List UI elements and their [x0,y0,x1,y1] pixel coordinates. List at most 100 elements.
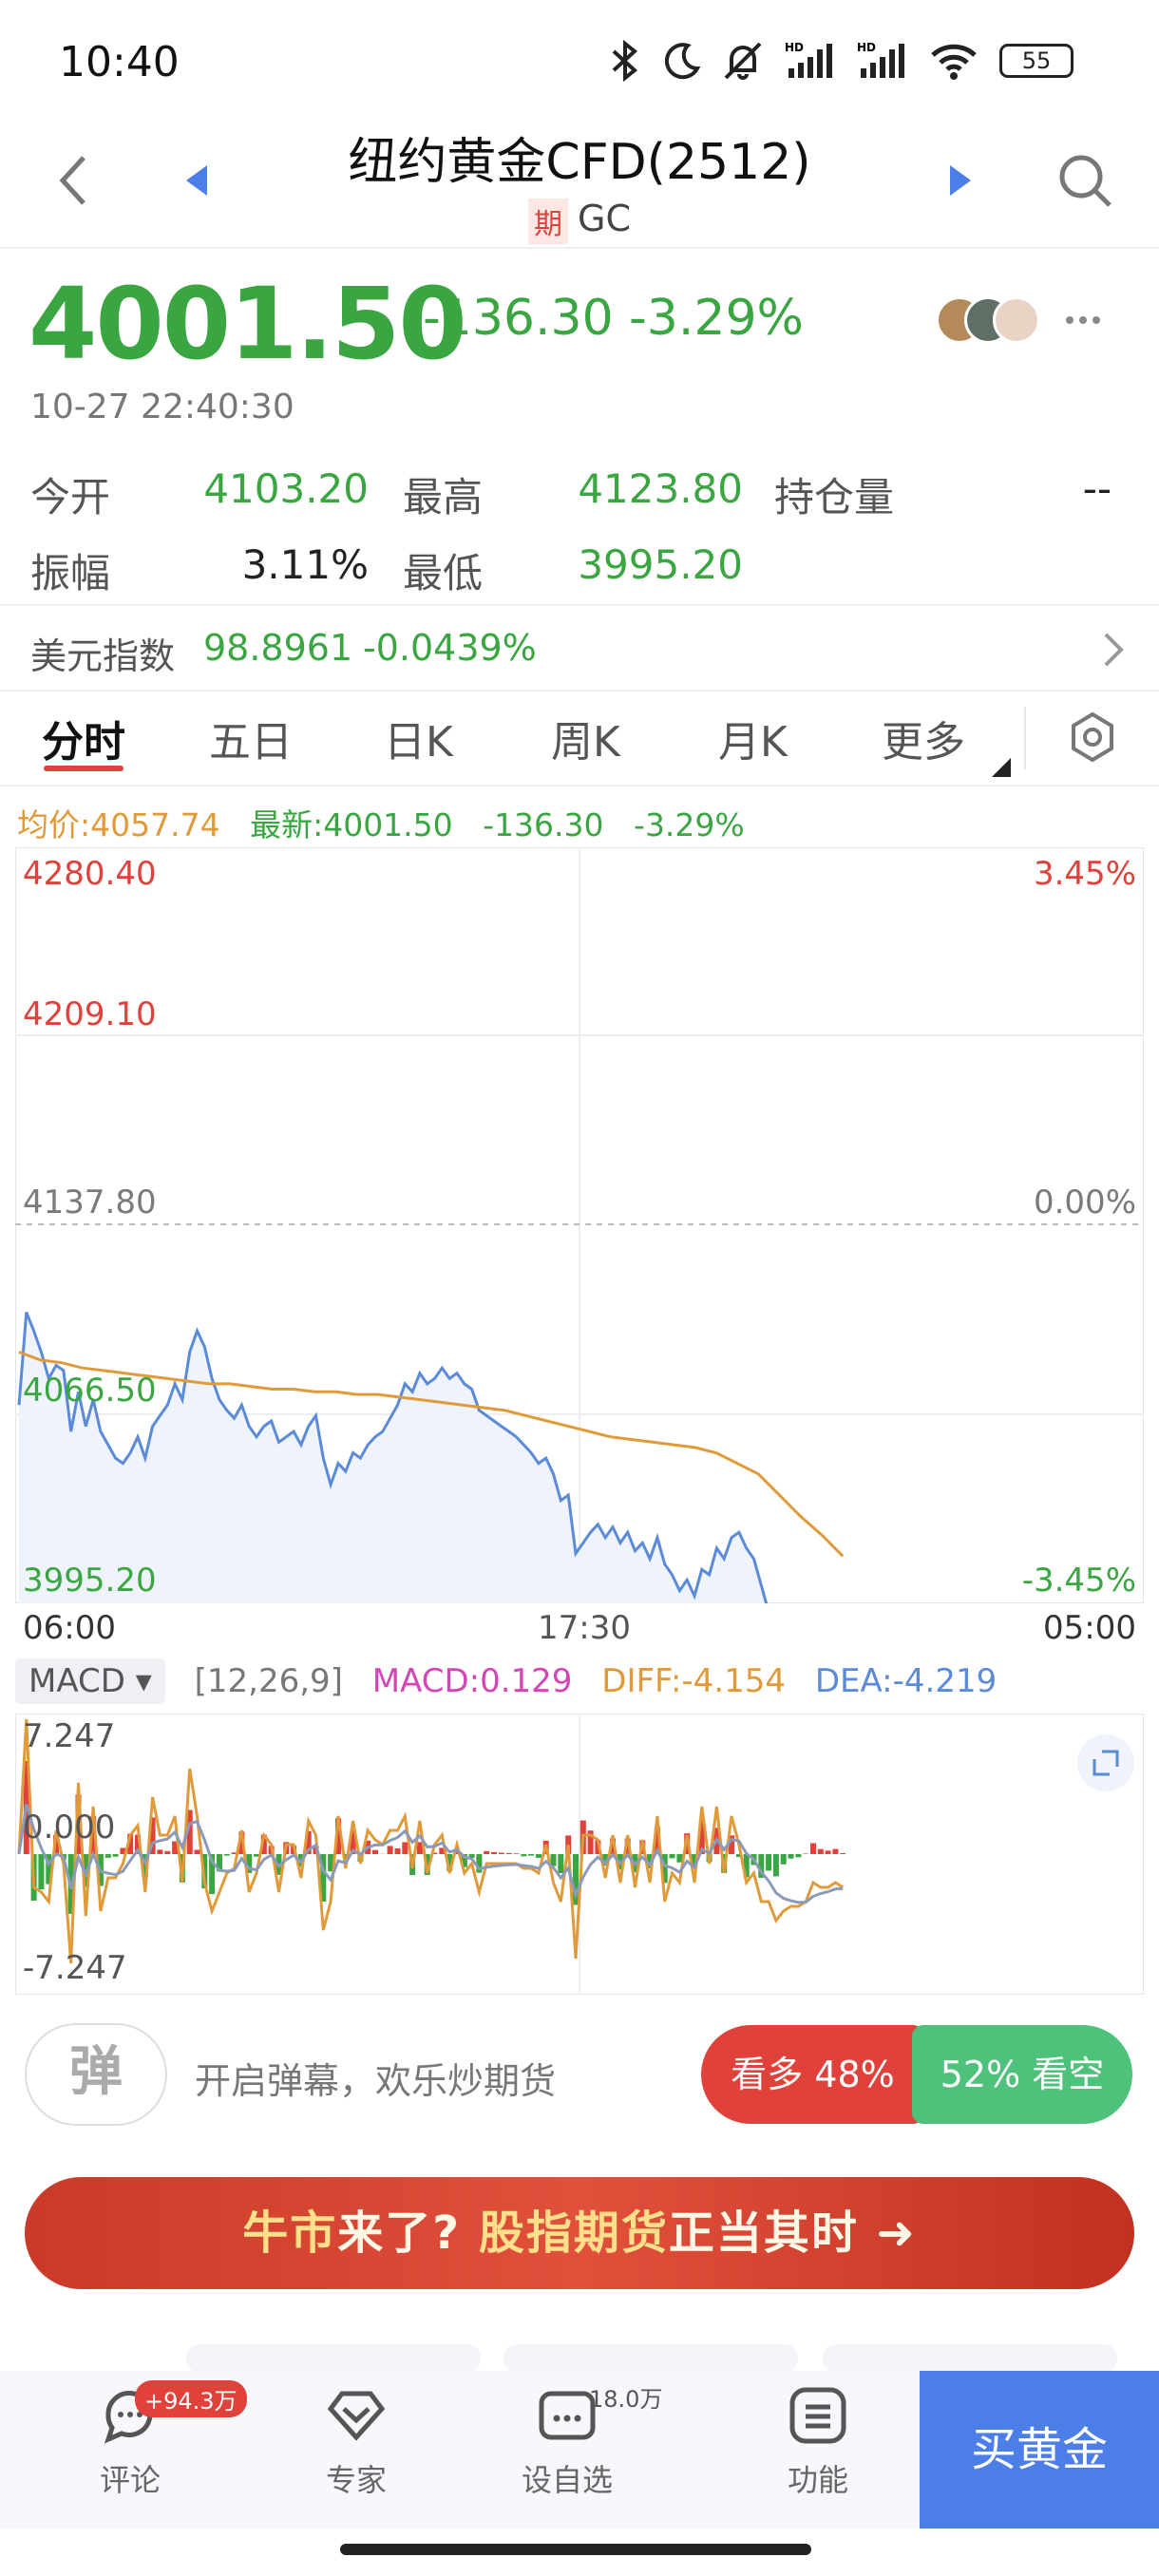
macd-bar [803,1853,809,1854]
dea-value: DEA:-4.219 [814,1662,998,1700]
diff-value: DIFF:-4.154 [601,1662,787,1700]
svg-text:HD: HD [857,41,876,54]
open-interest-value: -- [1082,465,1112,512]
macd-bar [535,1854,542,1858]
search-icon[interactable] [1056,152,1113,209]
macd-bar [810,1843,816,1854]
macd-bar [164,1850,171,1854]
comments-tab-label: 评论 [99,2462,161,2498]
page-subtitle: 期 GC [0,198,1159,244]
pct-legend: -3.29% [634,806,745,843]
tab-weekly-k[interactable]: 周K [551,708,620,768]
intraday-chart[interactable] [15,847,1144,1603]
bearish-button[interactable]: 52% 看空 [912,2025,1132,2124]
experts-tab-label: 专家 [325,2462,387,2498]
macd-bar [223,1854,230,1856]
tab-daily-k[interactable]: 日K [384,708,453,768]
macd-bar [402,1842,408,1854]
wifi-icon [931,44,977,80]
settings-icon[interactable] [1066,710,1119,764]
tab-5day[interactable]: 五日 [209,708,293,768]
macd-bar [104,1854,111,1858]
open-label: 今开 [30,474,111,521]
macd-bar [788,1854,794,1859]
expand-icon[interactable] [1075,1733,1136,1793]
next-contract-icon[interactable] [946,161,975,199]
macd-bar [157,1849,163,1854]
header-divider [0,247,1159,249]
usd-index-row[interactable]: 美元指数 98.8961 -0.0439% [0,604,1159,691]
banner-text: 正当其时 ➜ [668,2207,917,2260]
macd-bar [498,1852,504,1854]
macd-bar [558,1854,564,1873]
avatar [993,296,1040,344]
macd-bar [38,1854,45,1890]
y-tick-label: 4209.10 [23,995,157,1033]
bullish-button[interactable]: 看多 48% [701,2025,924,2124]
indicator-select[interactable]: MACD ▾ [15,1658,165,1704]
signal-hd-1-icon: HD [785,41,832,78]
battery-icon: 55 [999,44,1074,78]
macd-legend: MACD ▾ [12,26,9] MACD:0.129 DIFF:-4.154 … [15,1658,997,1704]
macd-bar [372,1849,378,1854]
promo-banner[interactable]: 牛市来了? 股指期货正当其时 ➜ [25,2177,1134,2289]
usd-index-label: 美元指数 [30,635,176,677]
chart-legend: 均价:4057.74 最新:4001.50 -136.30 -3.29% [17,800,745,845]
more-icon[interactable] [1064,313,1102,327]
macd-bar [780,1854,787,1865]
tab-intraday[interactable]: 分时 [42,708,125,768]
usd-index-change: -0.0439% [363,627,537,669]
macd-bar [772,1854,779,1877]
tab-divider [1024,707,1026,769]
open-interest-label: 持仓量 [774,474,895,521]
functions-tab-label: 功能 [787,2462,848,2498]
menu-icon [789,2387,846,2444]
status-icons: HD HD 55 [608,40,1074,82]
y-tick-label: 3995.20 [23,1562,157,1600]
banner-text: 牛市 [242,2207,338,2260]
indicator-select-label: MACD [28,1662,125,1700]
page-title: 纽约黄金CFD(2512) [348,134,811,191]
functions-tab[interactable]: 功能 [756,2384,880,2500]
change-legend: -136.30 [483,806,604,843]
banner-text: 来了? [337,2207,479,2260]
futures-tag: 期 [528,198,568,244]
quote-timestamp: 10-27 22:40:30 [30,388,294,426]
macd-bar [484,1850,490,1854]
price-change: -136.30 [423,290,614,347]
pct-tick-label: -3.45% [1021,1562,1136,1600]
more-dropdown-icon [992,758,1011,777]
comments-badge: +94.3万 [135,2380,247,2417]
latest-price-legend: 最新:4001.50 [250,806,453,843]
tab-more[interactable]: 更多 [882,708,965,768]
watchlist-tab-label: 设自选 [521,2462,613,2498]
home-indicator[interactable] [340,2544,811,2555]
pct-tick-label: 3.45% [1033,855,1136,893]
macd-tick-label: -7.247 [23,1949,127,1987]
macd-bar [669,1854,675,1859]
macd-bar [817,1848,824,1854]
macd-bar [112,1854,119,1857]
danmu-toggle-button[interactable]: 弹 [25,2023,167,2126]
macd-bar [521,1854,527,1857]
banner-text: 股指期货 [478,2207,669,2260]
buy-gold-button[interactable]: 买黄金 [920,2371,1159,2529]
experts-tab[interactable]: 专家 [294,2384,418,2500]
macd-bar [832,1848,839,1854]
high-label: 最高 [403,474,484,521]
open-value: 4103.20 [203,465,369,512]
danmu-input[interactable]: 开启弹幕，欢乐炒期货 [195,2052,556,2104]
avg-price-legend: 均价:4057.74 [17,806,220,843]
macd-bar [194,1849,200,1854]
macd-tick-label: 7.247 [23,1717,116,1755]
pct-tick-label: 0.00% [1033,1184,1136,1222]
macd-bar [505,1852,512,1854]
macd-bar [387,1846,393,1854]
avatar-group[interactable] [936,296,1040,346]
high-value: 4123.80 [578,465,743,512]
macd-chart[interactable] [15,1714,1144,1995]
signal-hd-2-icon: HD [857,41,904,78]
tab-monthly-k[interactable]: 月K [718,708,788,768]
price-change-pct: -3.29% [629,290,804,347]
bluetooth-icon [612,40,638,82]
